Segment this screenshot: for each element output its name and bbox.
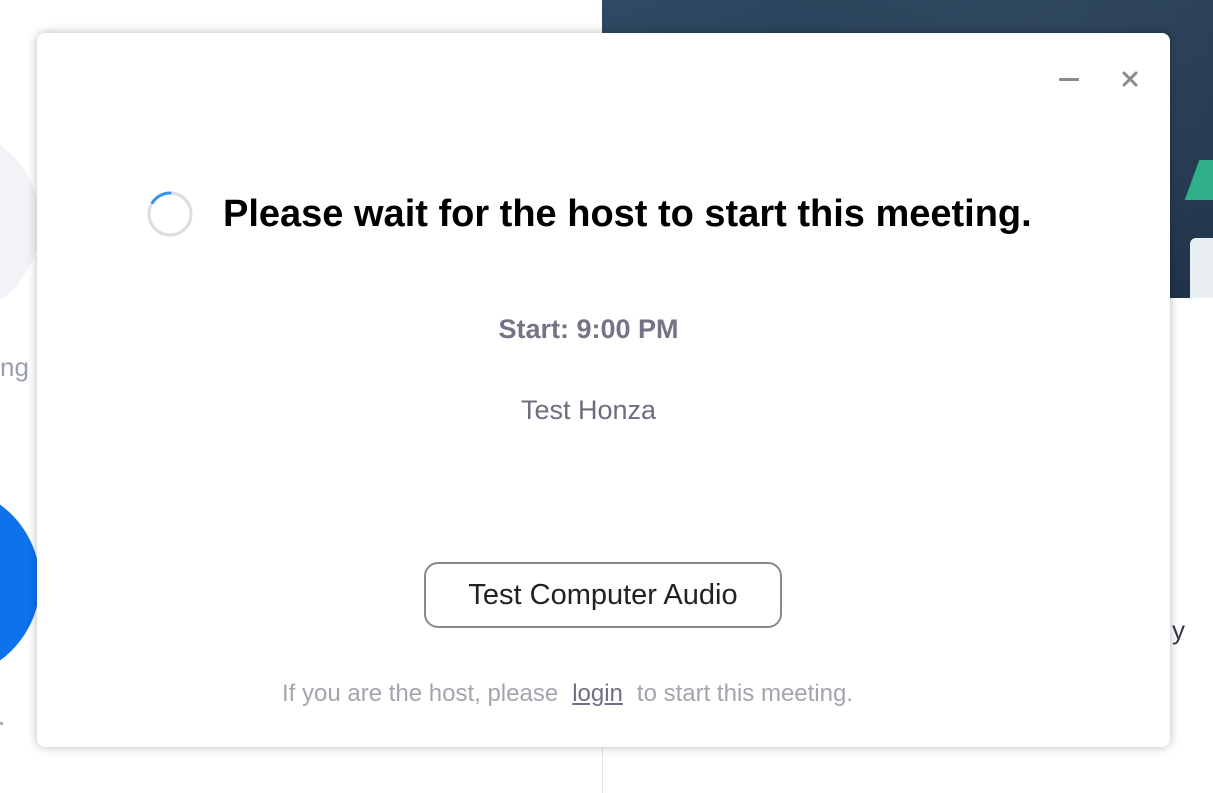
minimize-button[interactable] <box>1053 63 1085 95</box>
banner-paper-shape <box>1190 238 1213 298</box>
background-join-button <box>0 485 40 680</box>
loading-spinner-icon <box>147 191 193 237</box>
login-link[interactable]: login <box>572 680 623 707</box>
host-hint-suffix: to start this meeting. <box>636 680 853 707</box>
host-login-hint: If you are the host, please login to start… <box>282 680 853 708</box>
meeting-name: Test Honza <box>520 395 657 425</box>
test-computer-audio-button[interactable]: Test Computer Audio <box>424 562 782 628</box>
screen: ng y Please wait for the host to start t… <box>0 0 1213 793</box>
title-row: Please wait for the host to start this m… <box>147 191 1032 237</box>
dialog-title: Please wait for the host to start this m… <box>223 192 1032 235</box>
host-hint-prefix: If you are the host, please <box>282 680 559 707</box>
background-dot <box>0 722 3 725</box>
close-button[interactable] <box>1114 63 1146 95</box>
close-icon <box>1122 71 1138 87</box>
meeting-start-time: Start: 9:00 PM <box>498 314 679 344</box>
minimize-icon <box>1059 77 1079 81</box>
background-right-fragment: y <box>1172 615 1185 645</box>
background-label-fragment: ng <box>0 352 29 382</box>
waiting-for-host-dialog: Please wait for the host to start this m… <box>37 33 1170 747</box>
background-avatar <box>0 125 40 320</box>
